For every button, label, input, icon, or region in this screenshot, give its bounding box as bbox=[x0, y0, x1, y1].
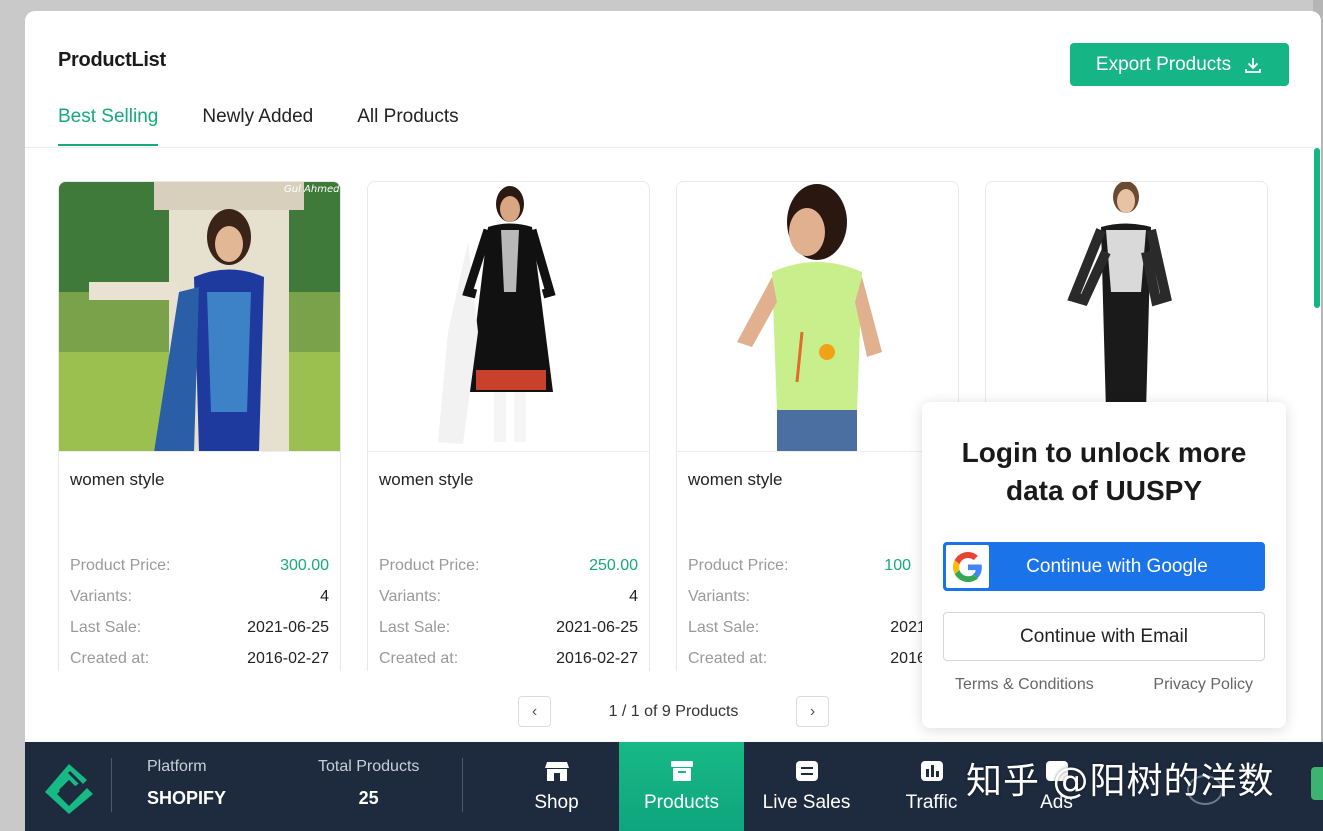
product-meta: Product Price: 100 Variants: Last Sale: 20… bbox=[688, 550, 949, 671]
terms-link[interactable]: Terms & Conditions bbox=[955, 676, 1094, 694]
login-title-line1: Login to unlock more bbox=[961, 437, 1247, 468]
platform-stat: Platform SHOPIFY bbox=[147, 758, 226, 809]
next-page-button[interactable]: › bbox=[796, 696, 829, 727]
side-tab[interactable] bbox=[1311, 767, 1323, 800]
total-products-stat: Total Products 25 bbox=[318, 758, 419, 809]
nav-label: Traffic bbox=[905, 792, 958, 813]
last-sale-label: Last Sale: bbox=[70, 618, 142, 636]
price-label: Product Price: bbox=[379, 556, 480, 574]
variants-label: Variants: bbox=[379, 587, 441, 605]
price-label: Product Price: bbox=[70, 556, 171, 574]
archive-box-icon bbox=[670, 761, 693, 781]
login-popup: Login to unlock more data of UUSPY Conti… bbox=[922, 402, 1286, 728]
nav-products[interactable]: Products bbox=[619, 742, 744, 831]
product-name: women style bbox=[688, 470, 783, 489]
download-icon bbox=[1245, 57, 1261, 73]
product-card[interactable]: Gul Ahmed women style Product Price: 300.… bbox=[58, 181, 341, 671]
nav-live-sales[interactable]: Live Sales bbox=[744, 742, 869, 831]
product-card[interactable]: women style Product Price: 250.00 Variant… bbox=[367, 181, 650, 671]
modal-title: ProductList bbox=[58, 49, 166, 71]
created-value: 2016-02-27 bbox=[247, 649, 329, 667]
live-sales-icon bbox=[795, 761, 818, 781]
pagination: ‹ 1 / 1 of 9 Products › bbox=[518, 696, 829, 727]
nav-label: Live Sales bbox=[762, 792, 851, 813]
google-icon bbox=[946, 545, 989, 588]
product-image bbox=[368, 182, 649, 452]
login-title-line2: data of UUSPY bbox=[1005, 475, 1203, 506]
bar-chart-icon bbox=[920, 761, 943, 781]
product-image: Gul Ahmed bbox=[59, 182, 340, 452]
nav-label: Products bbox=[644, 792, 719, 813]
total-products-value: 25 bbox=[358, 788, 379, 808]
login-links: Terms & Conditions Privacy Policy bbox=[955, 676, 1253, 694]
divider bbox=[462, 758, 463, 812]
prev-page-button[interactable]: ‹ bbox=[518, 696, 551, 727]
platform-label: Platform bbox=[147, 758, 207, 775]
export-products-button[interactable]: Export Products bbox=[1070, 43, 1289, 86]
chevron-left-icon: ‹ bbox=[531, 702, 538, 720]
price-value: 100 bbox=[884, 556, 911, 574]
price-value: 300.00 bbox=[280, 556, 329, 574]
product-card[interactable]: women style Product Price: 100 Variants: … bbox=[676, 181, 959, 671]
platform-value: SHOPIFY bbox=[147, 788, 227, 808]
product-name: women style bbox=[379, 470, 474, 489]
uuspy-logo-icon bbox=[45, 764, 93, 814]
variants-label: Variants: bbox=[688, 587, 750, 605]
tab-newly-added[interactable]: Newly Added bbox=[202, 106, 313, 146]
continue-with-email-button[interactable]: Continue with Email bbox=[943, 612, 1265, 661]
tab-bar: Best Selling Newly Added All Products bbox=[58, 106, 459, 146]
export-label: Export Products bbox=[1095, 53, 1232, 75]
continue-with-google-button[interactable]: Continue with Google bbox=[943, 542, 1265, 591]
privacy-link[interactable]: Privacy Policy bbox=[1153, 676, 1253, 694]
variants-value: 4 bbox=[629, 587, 638, 605]
divider bbox=[111, 758, 112, 812]
last-sale-value: 2021-06-25 bbox=[247, 618, 329, 636]
last-sale-label: Last Sale: bbox=[379, 618, 451, 636]
product-meta: Product Price: 250.00 Variants: 4 Last Sal… bbox=[379, 550, 638, 671]
nav-label: Shop bbox=[534, 792, 579, 813]
chevron-right-icon: › bbox=[809, 702, 816, 720]
product-image bbox=[677, 182, 958, 452]
brand-mark: Gul Ahmed bbox=[284, 184, 340, 195]
pagination-text: 1 / 1 of 9 Products bbox=[608, 702, 739, 720]
variants-value: 4 bbox=[320, 587, 329, 605]
tab-all-products[interactable]: All Products bbox=[357, 106, 458, 146]
price-value: 250.00 bbox=[589, 556, 638, 574]
google-label: Continue with Google bbox=[1026, 555, 1208, 577]
product-meta: Product Price: 300.00 Variants: 4 Last Sal… bbox=[70, 550, 329, 671]
last-sale-value: 2021-06-25 bbox=[556, 618, 638, 636]
shop-icon bbox=[544, 762, 569, 781]
nav-shop[interactable]: Shop bbox=[494, 742, 619, 831]
tab-divider bbox=[25, 147, 1321, 148]
created-label: Created at: bbox=[379, 649, 459, 667]
tab-best-selling[interactable]: Best Selling bbox=[58, 106, 159, 146]
login-title: Login to unlock more data of UUSPY bbox=[922, 434, 1286, 510]
total-products-label: Total Products bbox=[318, 758, 420, 775]
created-value: 2016-02-27 bbox=[556, 649, 638, 667]
created-label: Created at: bbox=[70, 649, 150, 667]
price-label: Product Price: bbox=[688, 556, 789, 574]
last-sale-label: Last Sale: bbox=[688, 618, 760, 636]
product-name: women style bbox=[70, 470, 165, 489]
watermark: 知乎 @阳树的洋数 bbox=[966, 761, 1275, 802]
variants-label: Variants: bbox=[70, 587, 132, 605]
created-label: Created at: bbox=[688, 649, 768, 667]
